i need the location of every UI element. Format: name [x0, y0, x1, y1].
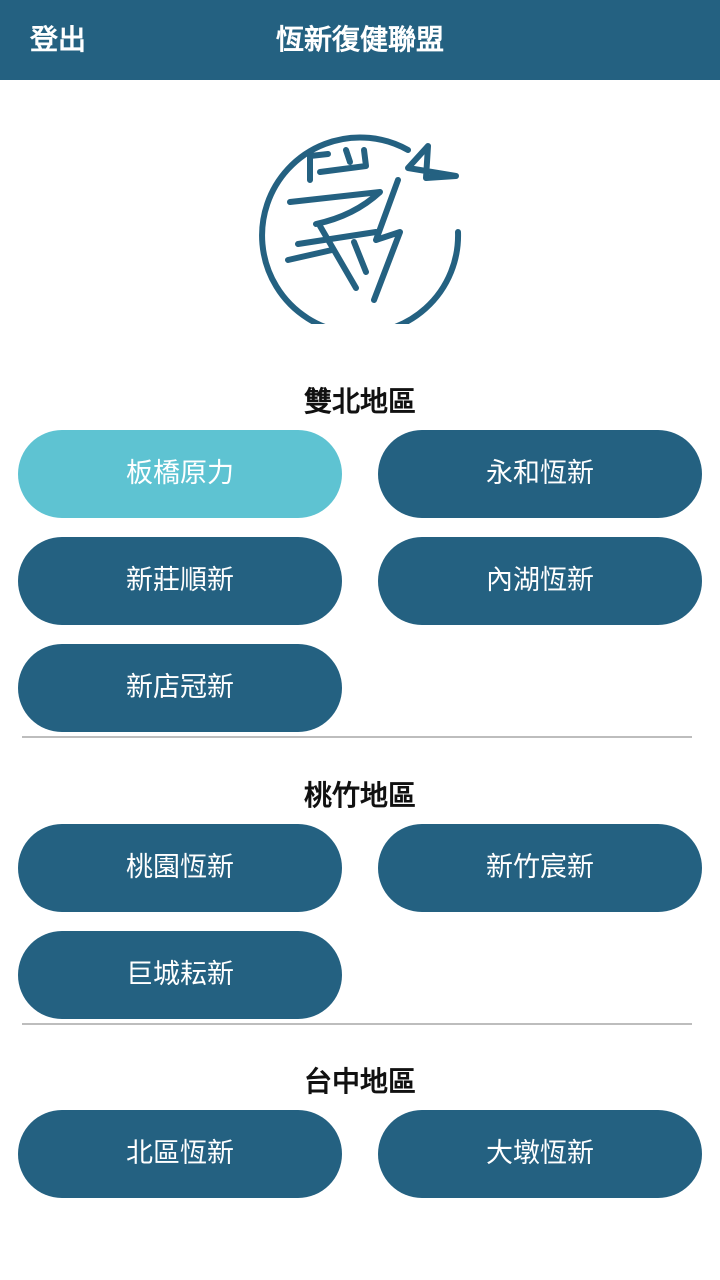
- top-app-bar: 登出 恆新復健聯盟: [0, 0, 720, 80]
- section-title-taozhu: 桃竹地區: [303, 779, 416, 812]
- branch-button-neihu[interactable]: 內湖恆新: [378, 537, 702, 625]
- branch-button-banqiao[interactable]: 板橋原力: [18, 430, 342, 518]
- branch-button-xindian[interactable]: 新店冠新: [18, 644, 342, 732]
- section-divider: [22, 736, 692, 738]
- branch-button-beiqu[interactable]: 北區恆新: [18, 1110, 342, 1198]
- branch-button-hsinchu[interactable]: 新竹宸新: [378, 824, 702, 912]
- section-title-taichung: 台中地區: [303, 1065, 416, 1098]
- branch-button-taoyuan[interactable]: 桃園恆新: [18, 824, 342, 912]
- section-divider: [22, 1023, 692, 1025]
- branch-button-yonghe[interactable]: 永和恆新: [378, 430, 702, 518]
- branch-button-jucheng[interactable]: 巨城耘新: [18, 931, 342, 1019]
- branch-button-dadun[interactable]: 大墩恆新: [378, 1110, 702, 1198]
- xin-logo-icon: [259, 134, 462, 324]
- section-title-taipei: 雙北地區: [303, 385, 416, 418]
- branch-button-xinzhuang[interactable]: 新莊順新: [18, 537, 342, 625]
- branch-selection-screen: 登出 恆新復健聯盟 雙北地區 板橋原力 永和恆新 新莊順新 內湖恆新 新店冠新 …: [0, 0, 720, 1280]
- app-title: 恆新復健聯盟: [275, 23, 444, 56]
